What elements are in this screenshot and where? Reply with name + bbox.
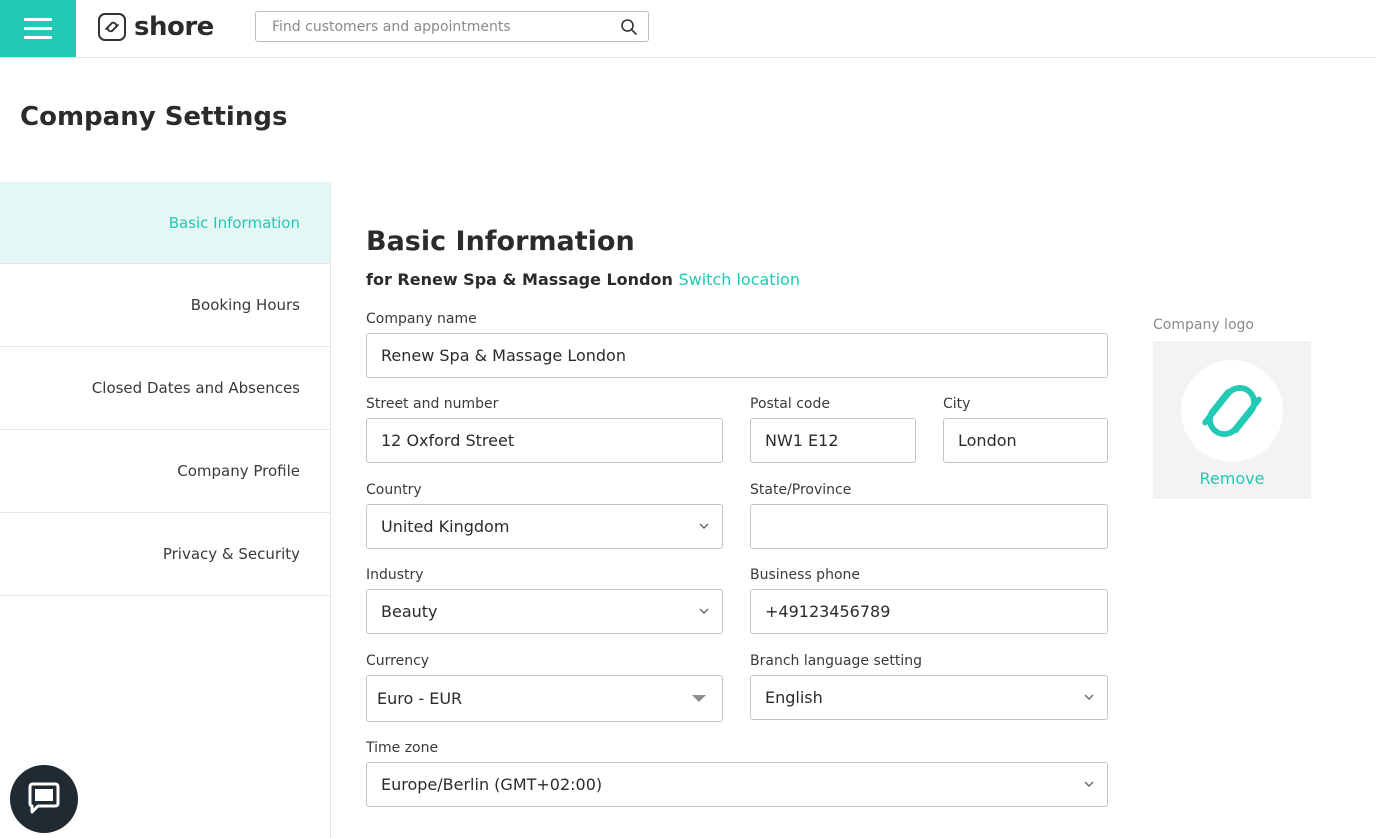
company-name-label: Company name bbox=[366, 311, 477, 327]
branch-language-field: Branch language setting English bbox=[750, 654, 1108, 720]
currency-label: Currency bbox=[366, 653, 430, 669]
currency-field: Currency Euro - EUR bbox=[366, 654, 723, 722]
remove-logo-link[interactable]: Remove bbox=[1153, 469, 1311, 488]
postal-code-input[interactable] bbox=[751, 419, 915, 462]
state-label: State/Province bbox=[750, 482, 852, 498]
settings-sidebar: Basic Information Booking Hours Closed D… bbox=[0, 182, 331, 838]
company-logo-panel: Remove bbox=[1153, 341, 1311, 499]
industry-select[interactable]: Beauty bbox=[366, 589, 723, 634]
business-phone-field: Business phone bbox=[750, 568, 1108, 634]
page-header: Company Settings bbox=[0, 58, 1376, 182]
time-zone-label: Time zone bbox=[366, 740, 439, 756]
branch-language-select[interactable]: English bbox=[750, 675, 1108, 720]
company-logo-label: Company logo bbox=[1153, 317, 1254, 333]
company-name-input[interactable] bbox=[367, 334, 1107, 377]
postal-code-field: Postal code bbox=[750, 397, 916, 463]
page-title: Company Settings bbox=[20, 102, 288, 132]
hamburger-icon bbox=[24, 18, 52, 21]
time-zone-field: Time zone Europe/Berlin (GMT+02:00) bbox=[366, 741, 1108, 807]
street-input[interactable] bbox=[367, 419, 722, 462]
business-phone-label: Business phone bbox=[750, 567, 860, 583]
branch-language-value: English bbox=[765, 688, 823, 707]
section-title: Basic Information bbox=[366, 226, 635, 257]
sidebar-item-closed-dates[interactable]: Closed Dates and Absences bbox=[0, 347, 330, 430]
sidebar-item-basic-information[interactable]: Basic Information bbox=[0, 182, 330, 264]
menu-button[interactable] bbox=[0, 0, 76, 57]
city-field: City bbox=[943, 397, 1108, 463]
switch-location-link[interactable]: Switch location bbox=[678, 270, 799, 289]
top-bar: shore bbox=[0, 0, 1376, 58]
currency-select[interactable]: Euro - EUR bbox=[366, 675, 723, 722]
chat-button[interactable] bbox=[10, 765, 78, 833]
chevron-down-icon bbox=[699, 523, 709, 529]
country-select[interactable]: United Kingdom bbox=[366, 504, 723, 549]
sidebar-item-privacy-security[interactable]: Privacy & Security bbox=[0, 513, 330, 596]
state-field: State/Province bbox=[750, 483, 1108, 549]
company-name-field: Company name bbox=[366, 312, 1108, 378]
sidebar-item-company-profile[interactable]: Company Profile bbox=[0, 430, 330, 513]
time-zone-value: Europe/Berlin (GMT+02:00) bbox=[381, 775, 603, 794]
brand-name: shore bbox=[134, 12, 214, 42]
shore-logo-icon bbox=[98, 13, 126, 41]
street-label: Street and number bbox=[366, 396, 499, 412]
currency-value: Euro - EUR bbox=[377, 689, 463, 708]
industry-field: Industry Beauty bbox=[366, 568, 723, 634]
location-name: for Renew Spa & Massage London bbox=[366, 270, 673, 289]
country-label: Country bbox=[366, 482, 422, 498]
location-subtitle: for Renew Spa & Massage London Switch lo… bbox=[366, 270, 800, 289]
chevron-down-icon bbox=[699, 608, 709, 614]
chat-icon bbox=[28, 782, 60, 814]
time-zone-select[interactable]: Europe/Berlin (GMT+02:00) bbox=[366, 762, 1108, 807]
search-icon[interactable] bbox=[620, 18, 638, 36]
search-input[interactable] bbox=[256, 12, 606, 41]
company-logo-mark-icon bbox=[1202, 385, 1262, 437]
country-value: United Kingdom bbox=[381, 517, 510, 536]
main-content: Basic Information for Renew Spa & Massag… bbox=[331, 182, 1376, 838]
state-input[interactable] bbox=[751, 505, 1107, 548]
country-field: Country United Kingdom bbox=[366, 483, 723, 549]
city-label: City bbox=[943, 396, 971, 412]
branch-language-label: Branch language setting bbox=[750, 653, 922, 669]
chevron-down-icon bbox=[1084, 694, 1094, 700]
caret-down-icon bbox=[692, 695, 706, 702]
sidebar-item-booking-hours[interactable]: Booking Hours bbox=[0, 264, 330, 347]
business-phone-input[interactable] bbox=[751, 590, 1107, 633]
company-logo-image bbox=[1181, 360, 1283, 462]
city-input[interactable] bbox=[944, 419, 1107, 462]
postal-code-label: Postal code bbox=[750, 396, 830, 412]
industry-label: Industry bbox=[366, 567, 424, 583]
industry-value: Beauty bbox=[381, 602, 438, 621]
search-box[interactable] bbox=[255, 11, 649, 42]
street-field: Street and number bbox=[366, 397, 723, 463]
brand-logo[interactable]: shore bbox=[98, 12, 214, 42]
chevron-down-icon bbox=[1084, 781, 1094, 787]
